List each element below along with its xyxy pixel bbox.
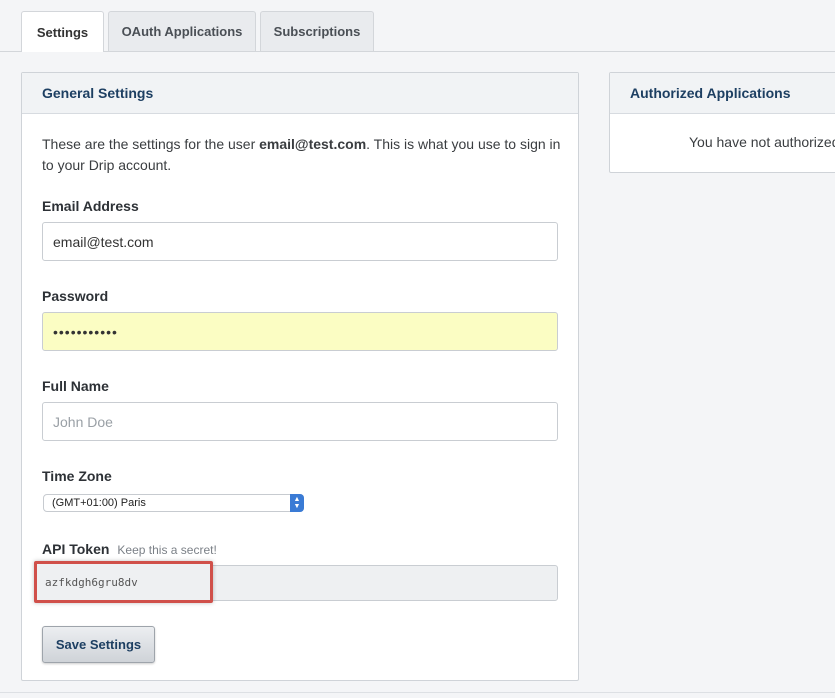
email-label: Email Address (42, 198, 139, 214)
authorized-applications-panel: Authorized Applications You have not aut… (609, 72, 835, 173)
api-token-highlight: azfkdgh6gru8dv (34, 561, 213, 603)
intro-email: email@test.com (259, 136, 367, 152)
tab-settings[interactable]: Settings (21, 11, 104, 52)
fullname-field[interactable] (42, 402, 558, 441)
intro-prefix: These are the settings for the user (42, 136, 260, 152)
select-arrows-icon: ▲ ▼ (290, 494, 304, 512)
timezone-value: (GMT+01:00) Paris (52, 497, 146, 509)
general-settings-panel: General Settings These are the settings … (21, 72, 579, 681)
tab-oauth-applications[interactable]: OAuth Applications (108, 11, 256, 51)
intro-text: These are the settings for the user emai… (42, 134, 562, 176)
bottom-divider (0, 692, 835, 693)
password-label: Password (42, 288, 109, 304)
general-settings-title: General Settings (22, 73, 578, 114)
timezone-select[interactable]: (GMT+01:00) Paris ▲ ▼ (43, 494, 304, 512)
tab-subscriptions[interactable]: Subscriptions (260, 11, 374, 51)
api-token-label: API Token Keep this a secret! (42, 541, 217, 557)
tab-bar: Settings OAuth Applications Subscription… (0, 0, 835, 52)
authorized-applications-message: You have not authorized (689, 134, 835, 150)
password-field[interactable] (42, 312, 558, 351)
api-token-label-text: API Token (42, 541, 110, 557)
save-settings-button[interactable]: Save Settings (42, 626, 155, 663)
api-token-hint: Keep this a secret! (117, 543, 217, 557)
email-field[interactable] (42, 222, 558, 261)
fullname-label: Full Name (42, 378, 109, 394)
authorized-applications-title: Authorized Applications (610, 73, 835, 114)
timezone-label: Time Zone (42, 468, 112, 484)
